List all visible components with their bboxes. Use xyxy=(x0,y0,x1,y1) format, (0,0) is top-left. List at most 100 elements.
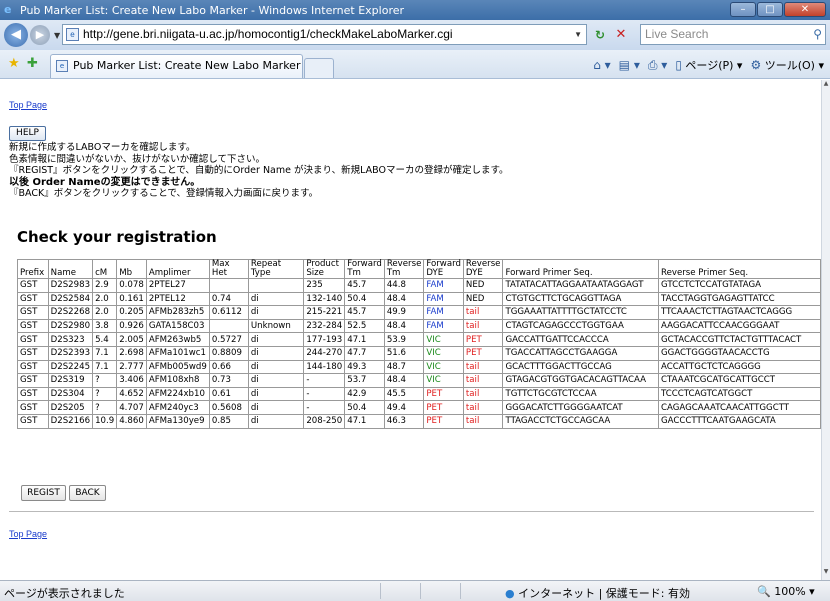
table-cell: di xyxy=(247,291,305,307)
regist-button[interactable]: REGIST xyxy=(21,485,66,501)
new-tab-button[interactable] xyxy=(304,58,334,78)
table-cell: 48.7 xyxy=(383,359,425,375)
favorites-star-icon[interactable]: ★ xyxy=(8,56,20,71)
table-cell: 144-180 xyxy=(303,359,346,375)
tab-current[interactable]: e Pub Marker List: Create New Labo Marke… xyxy=(50,54,303,78)
print-icon[interactable]: ⎙ ▾ xyxy=(648,58,667,73)
table-cell: 53.9 xyxy=(383,332,425,347)
table-cell: 47.7 xyxy=(344,345,385,361)
table-cell: di xyxy=(247,373,305,388)
table-cell: GST xyxy=(17,318,49,334)
status-divider xyxy=(460,583,461,599)
table-cell: 0.8809 xyxy=(208,345,249,361)
page-menu[interactable]: ▯ ページ(P) ▾ xyxy=(675,57,742,73)
minimize-button[interactable]: – xyxy=(730,2,756,17)
table-cell: AFM108xh8 xyxy=(145,373,210,388)
table-cell: GST xyxy=(17,359,49,375)
table-cell: AFMa130ye9 xyxy=(145,413,210,429)
table-row: GST D2S2584 2.0 0.161 2PTEL12 0.74 di 132-140 50… xyxy=(17,291,821,307)
table-cell: FAM xyxy=(423,318,464,334)
table-cell: TACCTAGGTGAGAGTTATCC xyxy=(658,291,821,307)
table-cell: GST xyxy=(17,400,49,415)
table-cell: 215-221 xyxy=(303,305,346,320)
bottom-top-page-link[interactable]: Top Page xyxy=(9,529,47,539)
table-cell: 3.8 xyxy=(92,318,118,334)
table-cell: 2.698 xyxy=(116,345,147,361)
table-cell: PET xyxy=(423,413,464,429)
table-cell: GST xyxy=(17,413,49,429)
page-heading: Check your registration xyxy=(17,228,217,246)
table-cell xyxy=(247,278,305,293)
table-body: GST D2S2983 2.9 0.078 2PTEL27 235 45.7 44.8 FAM N… xyxy=(17,278,821,429)
note-line: 『REGIST』ボタンをクリックすることで、自動的にOrder Name が決ま… xyxy=(9,165,509,176)
table-cell: FAM xyxy=(423,305,464,320)
col-header: Max Het xyxy=(208,259,249,279)
table-cell: ? xyxy=(92,386,118,402)
forward-nav-button[interactable]: ▶ xyxy=(30,25,50,45)
scroll-up-icon[interactable]: ▲ xyxy=(822,80,830,92)
status-divider xyxy=(420,583,421,599)
table-cell: 2.9 xyxy=(92,278,118,293)
col-header: Reverse Primer Seq. xyxy=(658,259,821,279)
table-cell: ACCATTGCTCTCAGGGG xyxy=(658,359,821,375)
zoom-level[interactable]: 🔍 100% ▾ xyxy=(757,585,815,598)
maximize-button[interactable]: □ xyxy=(757,2,783,17)
refresh-icon[interactable]: ↻ xyxy=(591,26,609,44)
table-cell: 0.078 xyxy=(116,278,147,293)
table-cell: D2S2393 xyxy=(47,345,94,361)
table-cell: GTCCTCTCCATGTATAGA xyxy=(658,278,821,293)
help-button[interactable]: HELP xyxy=(9,126,46,141)
table-cell: D2S2166 xyxy=(47,413,94,429)
feeds-icon[interactable]: ▤ ▾ xyxy=(619,58,640,72)
col-header: Reverse DYE xyxy=(462,259,504,279)
add-favorite-icon[interactable]: ✚ xyxy=(27,56,38,71)
history-dropdown-icon[interactable]: ▼ xyxy=(54,31,60,40)
table-cell: di xyxy=(247,413,305,429)
table-cell: 48.4 xyxy=(383,318,425,334)
search-input[interactable]: Live Search ⚲ xyxy=(640,24,826,45)
window-titlebar: e Pub Marker List: Create New Labo Marke… xyxy=(0,0,830,20)
table-cell: D2S2268 xyxy=(47,305,94,320)
table-cell: 48.4 xyxy=(383,373,425,388)
table-cell: 10.9 xyxy=(92,413,118,429)
table-cell: TGTTCTGCGTCTCCAA xyxy=(502,386,660,402)
home-icon[interactable]: ⌂ ▾ xyxy=(593,58,610,72)
back-nav-button[interactable]: ◀ xyxy=(4,23,28,47)
address-dropdown-icon[interactable]: ▼ xyxy=(574,25,582,44)
back-button[interactable]: BACK xyxy=(69,485,106,501)
status-bar: ページが表示されました ● インターネット | 保護モード: 有効 🔍 100%… xyxy=(0,580,830,601)
stop-icon[interactable]: ✕ xyxy=(612,26,630,44)
table-cell: 53.7 xyxy=(344,373,385,388)
table-cell: CAGAGCAAATCAACATTGGCTT xyxy=(658,400,821,415)
scroll-down-icon[interactable]: ▼ xyxy=(822,568,830,580)
table-cell: tail xyxy=(462,305,504,320)
table-cell: D2S319 xyxy=(47,373,94,388)
table-cell: CTGTGCTTCTGCAGGTTAGA xyxy=(502,291,660,307)
col-header: Amplimer xyxy=(145,259,210,279)
table-cell: NED xyxy=(462,278,504,293)
registration-table: Prefix Name cM Mb Amplimer Max Het Repea… xyxy=(17,259,821,429)
table-cell: 0.926 xyxy=(116,318,147,334)
vertical-scrollbar[interactable]: ▲ ▼ xyxy=(821,80,830,580)
table-cell: - xyxy=(303,386,346,402)
table-row: GST D2S319? 3.406 AFM108xh8 0.73 di -53.7 48.4 V… xyxy=(17,373,821,388)
table-cell: D2S205 xyxy=(47,400,94,415)
table-cell: 0.61 xyxy=(208,386,249,402)
table-cell: tail xyxy=(462,413,504,429)
table-cell: 0.73 xyxy=(208,373,249,388)
table-row: GST D2S2268 2.0 0.205 AFMb283zh5 0.6112 di 215-… xyxy=(17,305,821,320)
tools-menu[interactable]: ⚙ ツール(O) ▾ xyxy=(750,57,824,73)
close-button[interactable]: ✕ xyxy=(784,2,826,17)
top-page-link[interactable]: Top Page xyxy=(9,100,47,110)
table-cell: 0.5727 xyxy=(208,332,249,347)
table-cell: 49.3 xyxy=(344,359,385,375)
table-cell: - xyxy=(303,400,346,415)
search-icon[interactable]: ⚲ xyxy=(813,25,822,44)
table-cell: VIC xyxy=(423,332,464,347)
table-cell: CTAAATCGCATGCATTGCCT xyxy=(658,373,821,388)
address-field[interactable]: e http://gene.bri.niigata-u.ac.jp/homoco… xyxy=(62,24,587,45)
table-cell: CTAGTCAGAGCCCTGGTGAA xyxy=(502,318,660,334)
table-row: GST D2S2245 7.1 2.777 AFMb005wd9 0.66 di 144-18… xyxy=(17,359,821,375)
security-zone[interactable]: ● インターネット | 保護モード: 有効 xyxy=(505,585,690,601)
table-cell: D2S2980 xyxy=(47,318,94,334)
